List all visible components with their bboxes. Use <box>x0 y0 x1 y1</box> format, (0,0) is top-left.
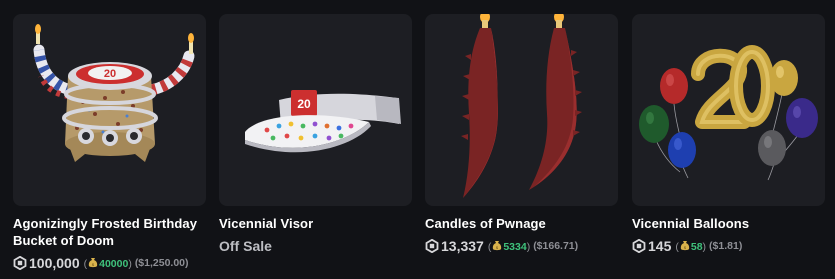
item-usd-price: ($1.81) <box>709 240 743 252</box>
item-alt-price: 5334 <box>503 240 527 253</box>
item-alt-price: 40000 <box>99 257 129 270</box>
item-name[interactable]: Agonizingly Frosted Birthday Bucket of D… <box>13 215 206 249</box>
item-price: 145 <box>648 238 672 254</box>
catalog-item-card[interactable]: 20 Agonizingly Frosted Birthday Bucket o… <box>13 14 206 271</box>
balloons-thumbnail-image <box>639 45 818 181</box>
robux-icon <box>425 239 439 253</box>
catalog-item-card[interactable]: Vicennial Balloons 145 ($58) ($1.81) <box>632 14 825 254</box>
catalog-grid: 20 Agonizingly Frosted Birthday Bucket o… <box>13 14 825 279</box>
item-price: 13,337 <box>441 238 484 254</box>
item-name[interactable]: Vicennial Balloons <box>632 215 825 232</box>
item-name[interactable]: Vicennial Visor <box>219 215 412 232</box>
item-usd-price: ($166.71) <box>533 240 579 252</box>
money-bag-icon: $ <box>88 257 98 267</box>
item-price-row: 13,337 ($5334) ($166.71) <box>425 238 618 254</box>
item-price-row: 100,000 ($40000) ($1,250.00) <box>13 255 206 271</box>
item-thumbnail[interactable]: 20 <box>13 14 206 206</box>
item-alt-price: 58 <box>690 240 703 253</box>
visor-thumbnail-image: 20 <box>245 90 401 153</box>
item-alt-price-group: ($5334) <box>487 240 531 253</box>
robux-icon <box>13 256 27 270</box>
catalog-item-card[interactable]: 20 Vicennial Visor Off Sale <box>219 14 412 254</box>
item-alt-price-group: ($58) <box>675 240 707 253</box>
item-status: Off Sale <box>219 238 272 254</box>
catalog-item-card[interactable]: Candles of Pwnage 13,337 ($5334) ($166.7… <box>425 14 618 254</box>
item-name[interactable]: Candles of Pwnage <box>425 215 618 232</box>
item-alt-price-group: ($40000) <box>83 257 132 270</box>
item-price-row: 145 ($58) ($1.81) <box>632 238 825 254</box>
item-price: 100,000 <box>29 255 80 271</box>
robux-icon <box>632 239 646 253</box>
money-bag-icon: $ <box>680 240 690 250</box>
candles-thumbnail-image <box>461 14 582 198</box>
item-thumbnail[interactable]: 20 <box>219 14 412 206</box>
bucket-thumbnail-image: 20 <box>33 24 195 162</box>
item-thumbnail[interactable] <box>632 14 825 206</box>
visor-badge-label: 20 <box>297 97 311 111</box>
bucket-badge-label: 20 <box>104 68 116 80</box>
item-thumbnail[interactable] <box>425 14 618 206</box>
item-usd-price: ($1,250.00) <box>134 257 189 269</box>
money-bag-icon: $ <box>493 240 502 250</box>
